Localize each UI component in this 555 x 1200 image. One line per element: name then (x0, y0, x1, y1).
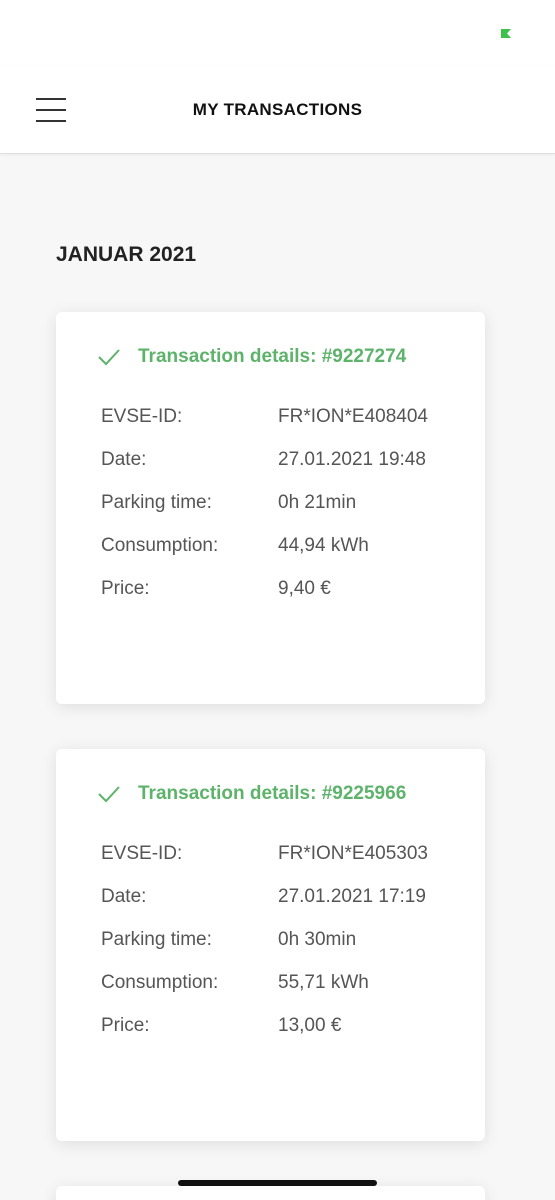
detail-label: EVSE-ID: (101, 843, 183, 864)
detail-label: Parking time: (101, 492, 212, 513)
detail-label: EVSE-ID: (101, 406, 183, 427)
status-bar (0, 0, 555, 66)
app-header: MY TRANSACTIONS (0, 66, 555, 154)
detail-label: Consumption: (101, 972, 219, 993)
detail-value: FR*ION*E405303 (278, 843, 428, 864)
detail-row-date: Date: 27.01.2021 19:48 (101, 445, 461, 474)
transaction-card[interactable] (56, 1186, 485, 1200)
detail-label: Price: (101, 578, 150, 599)
detail-row-price: Price: 13,00 € (101, 1011, 461, 1040)
detail-value: 27.01.2021 17:19 (278, 886, 426, 907)
detail-row-consumption: Consumption: 44,94 kWh (101, 531, 461, 560)
check-icon (98, 786, 120, 803)
detail-label: Consumption: (101, 535, 219, 556)
home-indicator[interactable] (178, 1180, 377, 1186)
detail-value: FR*ION*E408404 (278, 406, 428, 427)
transaction-card[interactable]: Transaction details: #9227274 EVSE-ID: F… (56, 312, 485, 704)
month-heading: JANUAR 2021 (56, 243, 197, 266)
detail-row-date: Date: 27.01.2021 17:19 (101, 882, 461, 911)
detail-row-parking-time: Parking time: 0h 30min (101, 925, 461, 954)
transaction-card-header: Transaction details: #9227274 (98, 346, 406, 368)
detail-value: 0h 30min (278, 929, 357, 950)
transaction-card[interactable]: Transaction details: #9225966 EVSE-ID: F… (56, 749, 485, 1141)
detail-value: 0h 21min (278, 492, 357, 513)
detail-label: Price: (101, 1015, 150, 1036)
detail-row-evse-id: EVSE-ID: FR*ION*E405303 (101, 839, 461, 868)
detail-value: 9,40 € (278, 578, 331, 599)
detail-label: Date: (101, 886, 147, 907)
detail-label: Date: (101, 449, 147, 470)
detail-value: 27.01.2021 19:48 (278, 449, 426, 470)
transaction-title: Transaction details: #9227274 (138, 346, 407, 367)
detail-label: Parking time: (101, 929, 212, 950)
battery-icon (501, 29, 511, 38)
detail-value: 13,00 € (278, 1015, 342, 1036)
detail-row-consumption: Consumption: 55,71 kWh (101, 968, 461, 997)
detail-value: 55,71 kWh (278, 972, 369, 993)
detail-row-price: Price: 9,40 € (101, 574, 461, 603)
transaction-title: Transaction details: #9225966 (138, 783, 407, 804)
detail-row-parking-time: Parking time: 0h 21min (101, 488, 461, 517)
page-title: MY TRANSACTIONS (192, 100, 363, 119)
detail-value: 44,94 kWh (278, 535, 369, 556)
transaction-card-header: Transaction details: #9225966 (98, 783, 406, 805)
detail-row-evse-id: EVSE-ID: FR*ION*E408404 (101, 402, 461, 431)
check-icon (98, 349, 120, 366)
